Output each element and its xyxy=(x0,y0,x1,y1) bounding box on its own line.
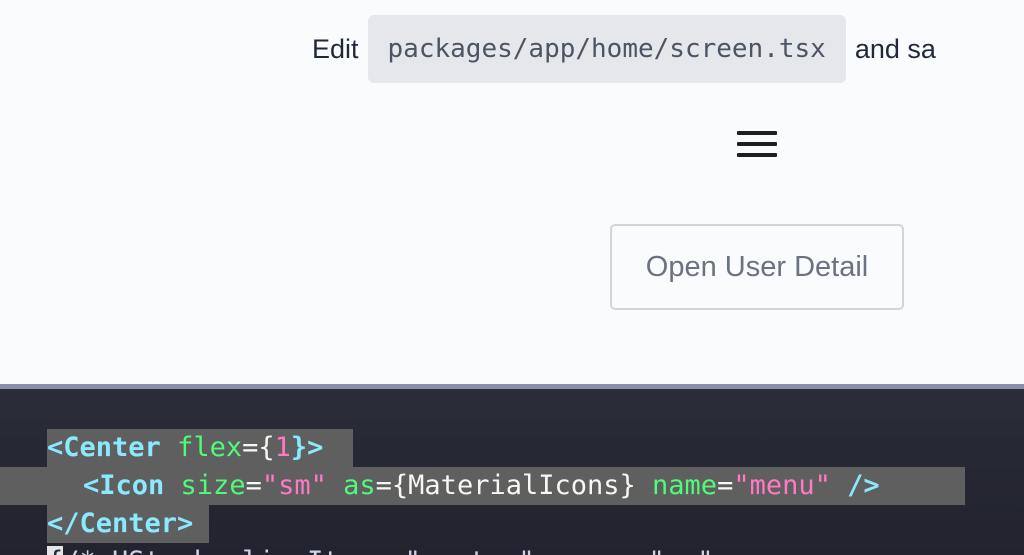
code-line-2: <Icon size="sm" as={MaterialIcons} name=… xyxy=(83,467,880,505)
text-cursor: { xyxy=(47,546,64,555)
punc-close: }> xyxy=(290,432,324,463)
punc-eq: = xyxy=(717,470,734,501)
punc-brace: } xyxy=(619,470,636,501)
tag-icon-open: <Icon xyxy=(83,470,165,501)
tag-center-close: </Center> xyxy=(47,508,194,539)
punc-eq: ={ xyxy=(242,432,275,463)
code-line-4: {/* HStack alignItems="center" space="sm… xyxy=(47,543,730,555)
edit-prefix: Edit xyxy=(312,33,359,64)
open-user-detail-button[interactable]: Open User Detail xyxy=(610,224,904,310)
punc-eq: = xyxy=(245,470,262,501)
app-preview: Edit packages/app/home/screen.tsx and sa… xyxy=(0,0,1024,384)
string-menu: "menu" xyxy=(733,470,831,501)
code-comment: /* HStack alignItems="center" space="sm"… xyxy=(63,546,729,555)
code-editor[interactable]: <Center flex={1}> <Icon size="sm" as={Ma… xyxy=(0,389,1024,555)
attr-flex: flex xyxy=(177,432,243,463)
file-path-code: packages/app/home/screen.tsx xyxy=(367,15,846,83)
attr-name: name xyxy=(652,470,718,501)
hamburger-menu-icon[interactable] xyxy=(737,131,777,157)
tag-center-open: <Center xyxy=(47,432,161,463)
code-line-1: <Center flex={1}> xyxy=(47,429,323,467)
code-line-3: </Center> xyxy=(47,505,193,543)
string-sm: "sm" xyxy=(261,470,327,501)
num-value: 1 xyxy=(274,432,291,463)
punc-eq: ={ xyxy=(375,470,409,501)
identifier-materialicons: MaterialIcons xyxy=(408,470,620,501)
attr-size: size xyxy=(180,470,246,501)
edit-instruction: Edit packages/app/home/screen.tsx and sa xyxy=(312,15,936,83)
edit-suffix: and sa xyxy=(854,33,936,64)
attr-as: as xyxy=(343,470,376,501)
tag-self-close: /> xyxy=(847,470,880,501)
